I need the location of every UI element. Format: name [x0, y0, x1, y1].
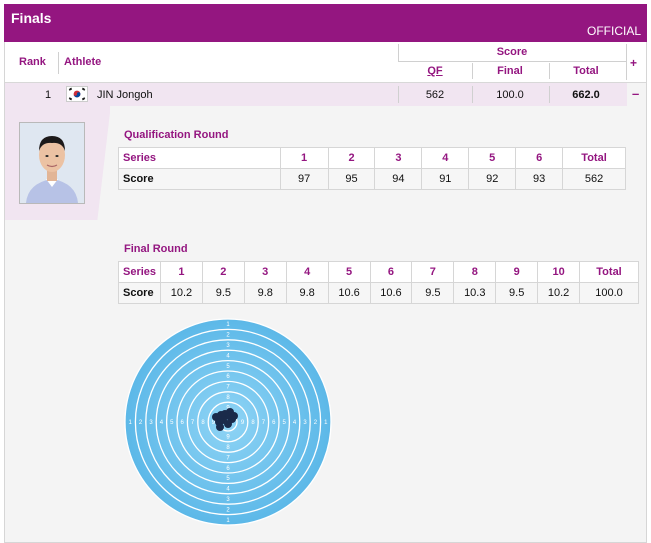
series-score: 95: [327, 168, 376, 190]
divider: [549, 63, 550, 79]
series-score: 97: [279, 168, 329, 190]
series-score: 9.8: [243, 282, 287, 304]
series-score: 9.5: [201, 282, 245, 304]
athlete-name[interactable]: JIN Jongoh: [97, 89, 153, 101]
final-series-row: Series 1 2 3 4 5 6 7 8 9 10 Total: [118, 261, 639, 283]
qualification-total: 562: [562, 168, 626, 190]
series-score: 9.5: [411, 282, 455, 304]
qualification-series-row: Series 1 2 3 4 5 6 Total: [118, 147, 626, 169]
final-score: 100.0: [496, 89, 524, 101]
qualification-title: Qualification Round: [124, 129, 229, 141]
qualification-score-row: Score 97 95 94 91 92 93 562: [118, 168, 626, 190]
series-score: 10.2: [537, 282, 581, 304]
divider: [398, 61, 626, 62]
series-number: 2: [327, 147, 376, 169]
score-group-header: Score: [496, 46, 528, 58]
series-number: 3: [243, 261, 287, 283]
total-label: Total: [579, 261, 639, 283]
series-number: 8: [453, 261, 497, 283]
qf-score: 562: [425, 89, 445, 101]
series-number: 6: [515, 147, 564, 169]
final-round-title: Final Round: [124, 243, 188, 255]
score-label: Score: [118, 282, 161, 304]
divider: [472, 63, 473, 79]
series-score: 92: [468, 168, 517, 190]
rank-value: 1: [45, 89, 52, 101]
collapse-button[interactable]: –: [632, 86, 639, 101]
status-badge: OFFICIAL: [586, 24, 641, 38]
series-number: 1: [279, 147, 329, 169]
series-score: 93: [515, 168, 564, 190]
shot-marker: [216, 423, 224, 431]
series-number: 3: [374, 147, 423, 169]
athlete-photo: [19, 122, 85, 204]
series-number: 1: [159, 261, 203, 283]
total-score: 662.0: [572, 89, 600, 101]
series-number: 4: [421, 147, 470, 169]
expand-all-button[interactable]: +: [630, 56, 637, 70]
series-number: 9: [495, 261, 539, 283]
series-score: 10.6: [327, 282, 371, 304]
title-bar: Finals OFFICIAL: [4, 4, 647, 42]
divider: [58, 52, 59, 74]
series-number: 7: [411, 261, 455, 283]
divider: [472, 86, 473, 103]
series-score: 9.8: [285, 282, 329, 304]
total-label: Total: [562, 147, 626, 169]
series-score: 94: [374, 168, 423, 190]
score-label: Score: [118, 168, 281, 190]
shooting-target: 111 1222 2333 3444 4555 5666 6777 7888 8999 9: [124, 318, 332, 526]
series-number: 6: [369, 261, 413, 283]
series-score: 91: [421, 168, 470, 190]
series-score: 10.2: [159, 282, 203, 304]
series-number: 5: [468, 147, 517, 169]
series-score: 10.6: [369, 282, 413, 304]
divider: [549, 86, 550, 103]
korea-flag-icon: [66, 86, 88, 102]
rank-header: Rank: [19, 56, 46, 68]
athlete-header: Athlete: [64, 56, 102, 68]
shot-marker: [230, 412, 238, 420]
final-total: 100.0: [579, 282, 639, 304]
divider: [398, 86, 399, 103]
series-number: 4: [285, 261, 329, 283]
page-title: Finals: [11, 10, 52, 26]
final-header: Final: [497, 65, 523, 77]
final-round-table: Series 1 2 3 4 5 6 7 8 9 10 Total Score …: [118, 261, 639, 304]
shot-marker: [224, 420, 232, 428]
total-header: Total: [573, 65, 599, 77]
series-score: 9.5: [495, 282, 539, 304]
series-score: 10.3: [453, 282, 497, 304]
final-score-row: Score 10.2 9.5 9.8 9.8 10.6 10.6 9.5 10.…: [118, 282, 639, 304]
qf-sort-header[interactable]: QF: [410, 65, 460, 77]
qualification-table: Series 1 2 3 4 5 6 Total Score 97 95 94 …: [118, 147, 626, 190]
series-label: Series: [118, 147, 281, 169]
series-number: 10: [537, 261, 581, 283]
series-label: Series: [118, 261, 161, 283]
divider: [626, 44, 627, 80]
series-number: 2: [201, 261, 245, 283]
series-number: 5: [327, 261, 371, 283]
